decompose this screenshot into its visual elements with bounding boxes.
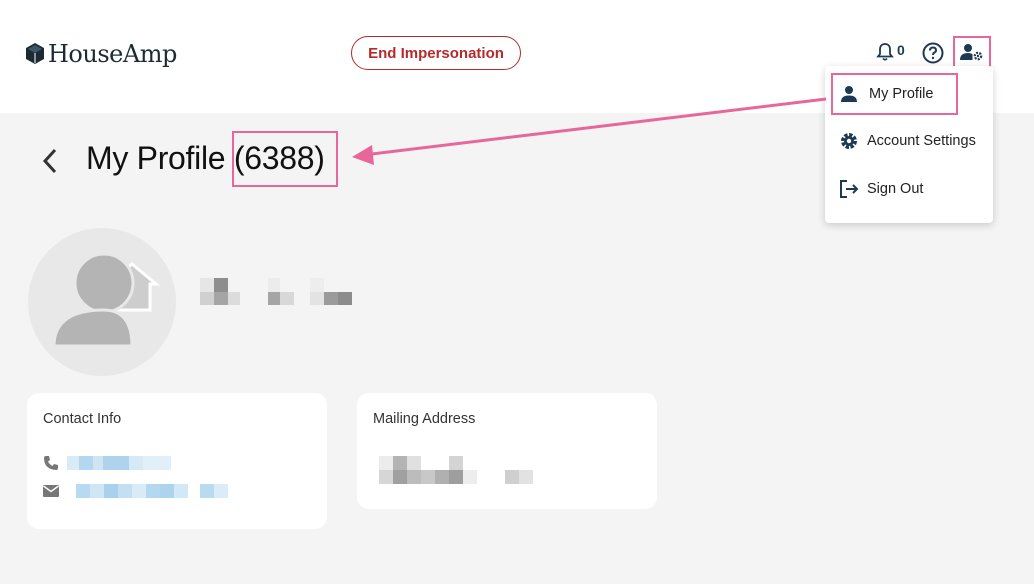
end-impersonation-button[interactable]: End Impersonation — [351, 36, 521, 70]
menu-item-label: Sign Out — [867, 181, 924, 197]
avatar — [28, 228, 176, 376]
menu-item-label: My Profile — [869, 86, 934, 102]
mailing-address-card: Mailing Address — [357, 393, 657, 509]
phone-value-redacted — [67, 456, 171, 470]
notifications-button[interactable]: 0 — [876, 42, 905, 62]
user-name-redacted — [200, 278, 360, 311]
gear-icon — [837, 129, 861, 153]
sign-out-icon — [837, 177, 861, 201]
page-title-text: My Profile — [86, 140, 226, 176]
address-value-redacted — [379, 456, 533, 484]
phone-row — [43, 455, 173, 471]
logo-cube-icon — [26, 43, 44, 64]
default-avatar-icon — [52, 252, 161, 348]
person-icon — [837, 82, 861, 106]
menu-item-sign-out[interactable]: Sign Out — [825, 169, 993, 209]
user-gear-icon — [960, 44, 983, 61]
mail-icon — [43, 485, 59, 497]
menu-item-account-settings[interactable]: Account Settings — [825, 121, 993, 161]
help-button[interactable] — [922, 42, 944, 69]
menu-item-label: Account Settings — [867, 133, 976, 149]
contact-info-card: Contact Info — [27, 393, 327, 529]
email-value-redacted — [76, 484, 228, 498]
phone-icon — [44, 456, 58, 470]
card-title: Contact Info — [43, 411, 122, 427]
chevron-left-icon — [42, 148, 57, 174]
user-menu-dropdown: My Profile Account Settings Sign Out — [825, 66, 993, 223]
card-title: Mailing Address — [373, 411, 476, 427]
title-id-highlight — [232, 131, 338, 187]
email-row — [43, 484, 228, 498]
back-button[interactable] — [38, 146, 62, 181]
help-icon — [922, 42, 944, 64]
address-row — [373, 456, 533, 486]
bell-icon — [876, 43, 894, 61]
user-settings-button[interactable] — [953, 36, 991, 68]
houseamp-logo[interactable]: HouseAmp — [26, 40, 177, 68]
logo-text: HouseAmp — [48, 40, 177, 68]
notification-count: 0 — [897, 42, 905, 58]
menu-item-my-profile[interactable]: My Profile — [825, 74, 993, 114]
